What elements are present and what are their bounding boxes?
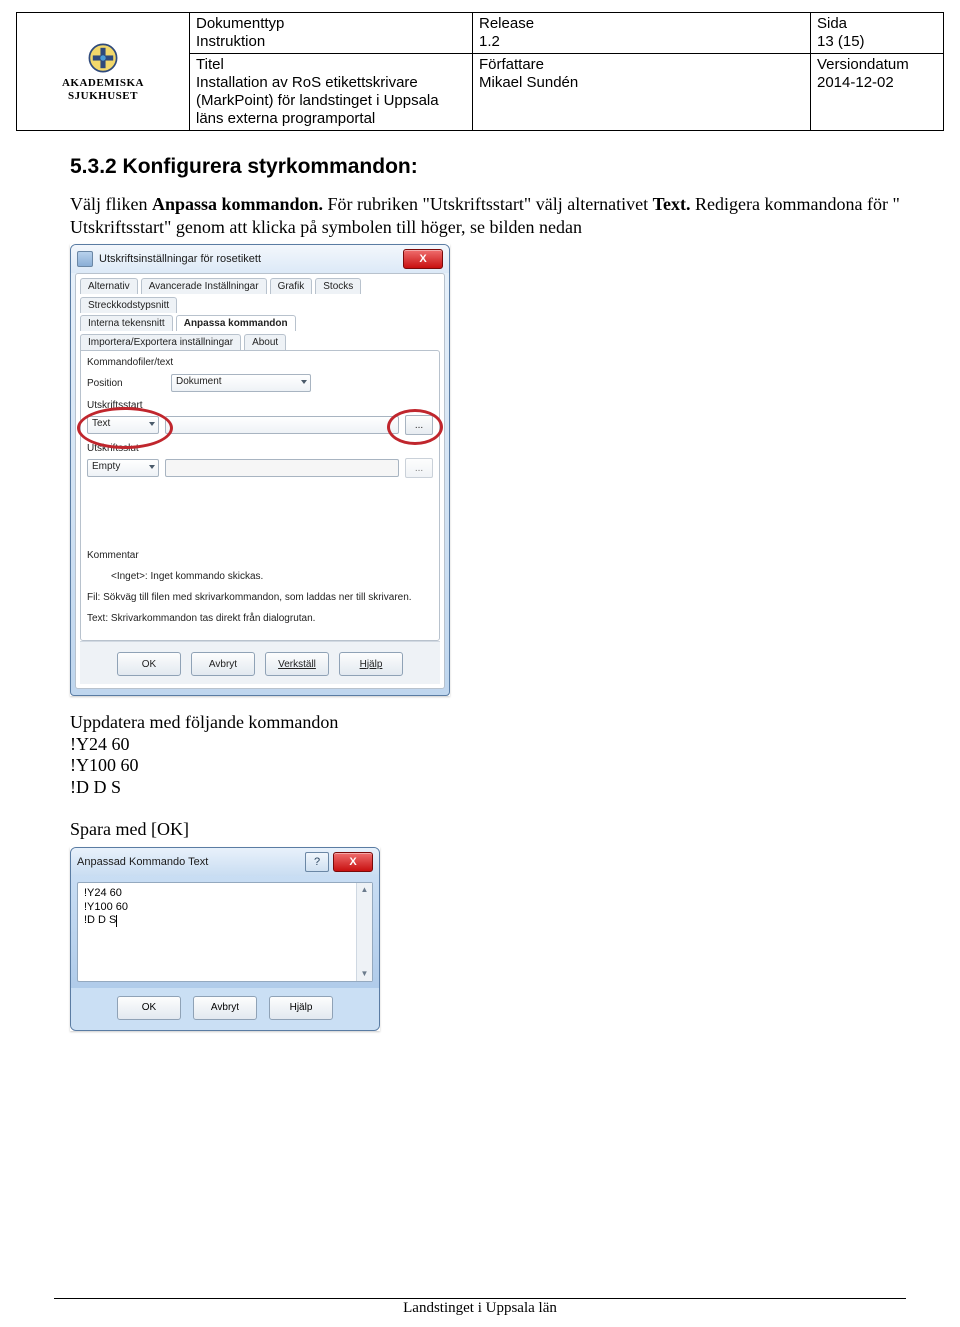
section-heading: 5.3.2 Konfigurera styrkommandon: (70, 155, 944, 179)
command-3: !D D S (70, 777, 944, 799)
help-icon: ? (314, 856, 320, 868)
highlight-circle-left (77, 407, 173, 449)
comment-label: Kommentar (87, 550, 433, 561)
dialog2-title: Anpassad Kommando Text (77, 856, 208, 868)
versiondate-label: Versiondatum (817, 56, 909, 73)
title-value: Installation av RoS etikettskrivare (Mar… (196, 74, 439, 127)
dialog-print-settings: Utskriftsinställningar för rosetikett X … (70, 244, 450, 696)
logo-line1: AKADEMISKA (62, 77, 144, 89)
page-label: Sida (817, 15, 847, 32)
ok-button[interactable]: OK (117, 652, 181, 676)
footer-rule (54, 1298, 906, 1299)
utskriftsslut-input (165, 459, 399, 477)
command-2: !Y100 60 (70, 755, 944, 777)
cancel-button[interactable]: Avbryt (193, 996, 257, 1020)
text-cursor (116, 915, 117, 927)
release-label: Release (479, 15, 534, 32)
position-label: Position (87, 378, 147, 389)
release-value: 1.2 (479, 33, 500, 50)
page-value: 13 (15) (817, 33, 865, 50)
tab-anpassa-kommandon[interactable]: Anpassa kommandon (176, 315, 296, 331)
logo-line2: SJUKHUSET (62, 90, 144, 102)
footer-text: Landstinget i Uppsala län (0, 1300, 960, 1317)
textarea-line-3: !D D S (84, 914, 116, 926)
tab-stocks[interactable]: Stocks (315, 278, 361, 294)
tab-interna-tekensnitt[interactable]: Interna tekensnitt (80, 315, 173, 331)
dialog-title: Utskriftsinställningar för rosetikett (99, 253, 261, 265)
tab-streckkodstypsnitt[interactable]: Streckkodstypsnitt (80, 297, 177, 313)
instruction-paragraph: Välj fliken Anpassa kommandon. För rubri… (70, 193, 910, 238)
hospital-cross-icon (86, 41, 120, 75)
hint-fil: Fil: Sökväg till filen med skrivarkomman… (87, 592, 433, 603)
author-value: Mikael Sundén (479, 74, 578, 91)
tabs-row-2: Interna tekensnittAnpassa kommandon Impor… (80, 315, 440, 350)
ok-button[interactable]: OK (117, 996, 181, 1020)
highlight-circle-right (387, 409, 443, 445)
dialog-custom-command-text: Anpassad Kommando Text ? X !Y24 60 !Y100… (70, 847, 380, 1031)
scroll-up-icon: ▲ (357, 883, 372, 897)
close-icon: X (349, 856, 356, 868)
tabs-row-1: AlternativAvancerade InställningarGrafik… (80, 278, 440, 313)
textarea-line-1: !Y24 60 (84, 887, 354, 901)
textarea-line-2: !Y100 60 (84, 901, 354, 915)
save-instruction: Spara med [OK] (70, 819, 944, 841)
group-label: Kommandofiler/text (87, 357, 433, 368)
author-label: Författare (479, 56, 544, 73)
logo: AKADEMISKA SJUKHUSET (19, 41, 187, 101)
hint-inget: <Inget>: Inget kommando skickas. (111, 571, 433, 582)
close-button[interactable]: X (403, 249, 443, 269)
printer-icon (77, 251, 93, 267)
position-select[interactable]: Dokument (171, 374, 311, 392)
close-icon: X (419, 253, 426, 265)
tab-alternativ[interactable]: Alternativ (80, 278, 138, 294)
tab-importera-exportera-inst-llningar[interactable]: Importera/Exportera inställningar (80, 334, 241, 350)
help-button[interactable]: Hjälp (269, 996, 333, 1020)
scrollbar[interactable]: ▲ ▼ (356, 883, 372, 981)
commands-intro: Uppdatera med följande kommandon (70, 712, 944, 734)
doctype-label: Dokumenttyp (196, 15, 284, 32)
utskriftsslut-edit-button: ... (405, 458, 433, 478)
tab-grafik[interactable]: Grafik (270, 278, 313, 294)
hint-text: Text: Skrivarkommandon tas direkt från d… (87, 613, 433, 624)
utskriftsslut-select[interactable]: Empty (87, 459, 159, 477)
doctype-value: Instruktion (196, 33, 265, 50)
utskriftsstart-input[interactable] (165, 416, 399, 434)
apply-button[interactable]: Verkställ (265, 652, 329, 676)
close-button[interactable]: X (333, 852, 373, 872)
help-button[interactable]: ? (305, 852, 329, 872)
tab-avancerade-inst-llningar[interactable]: Avancerade Inställningar (141, 278, 267, 294)
title-label: Titel (196, 56, 224, 73)
doc-header: AKADEMISKA SJUKHUSET Dokumenttyp Instruk… (16, 12, 944, 131)
help-button[interactable]: Hjälp (339, 652, 403, 676)
command-textarea[interactable]: !Y24 60 !Y100 60 !D D S ▲ ▼ (77, 882, 373, 982)
cancel-button[interactable]: Avbryt (191, 652, 255, 676)
scroll-down-icon: ▼ (357, 967, 372, 981)
command-1: !Y24 60 (70, 734, 944, 756)
tab-about[interactable]: About (244, 334, 286, 350)
versiondate-value: 2014-12-02 (817, 74, 894, 91)
